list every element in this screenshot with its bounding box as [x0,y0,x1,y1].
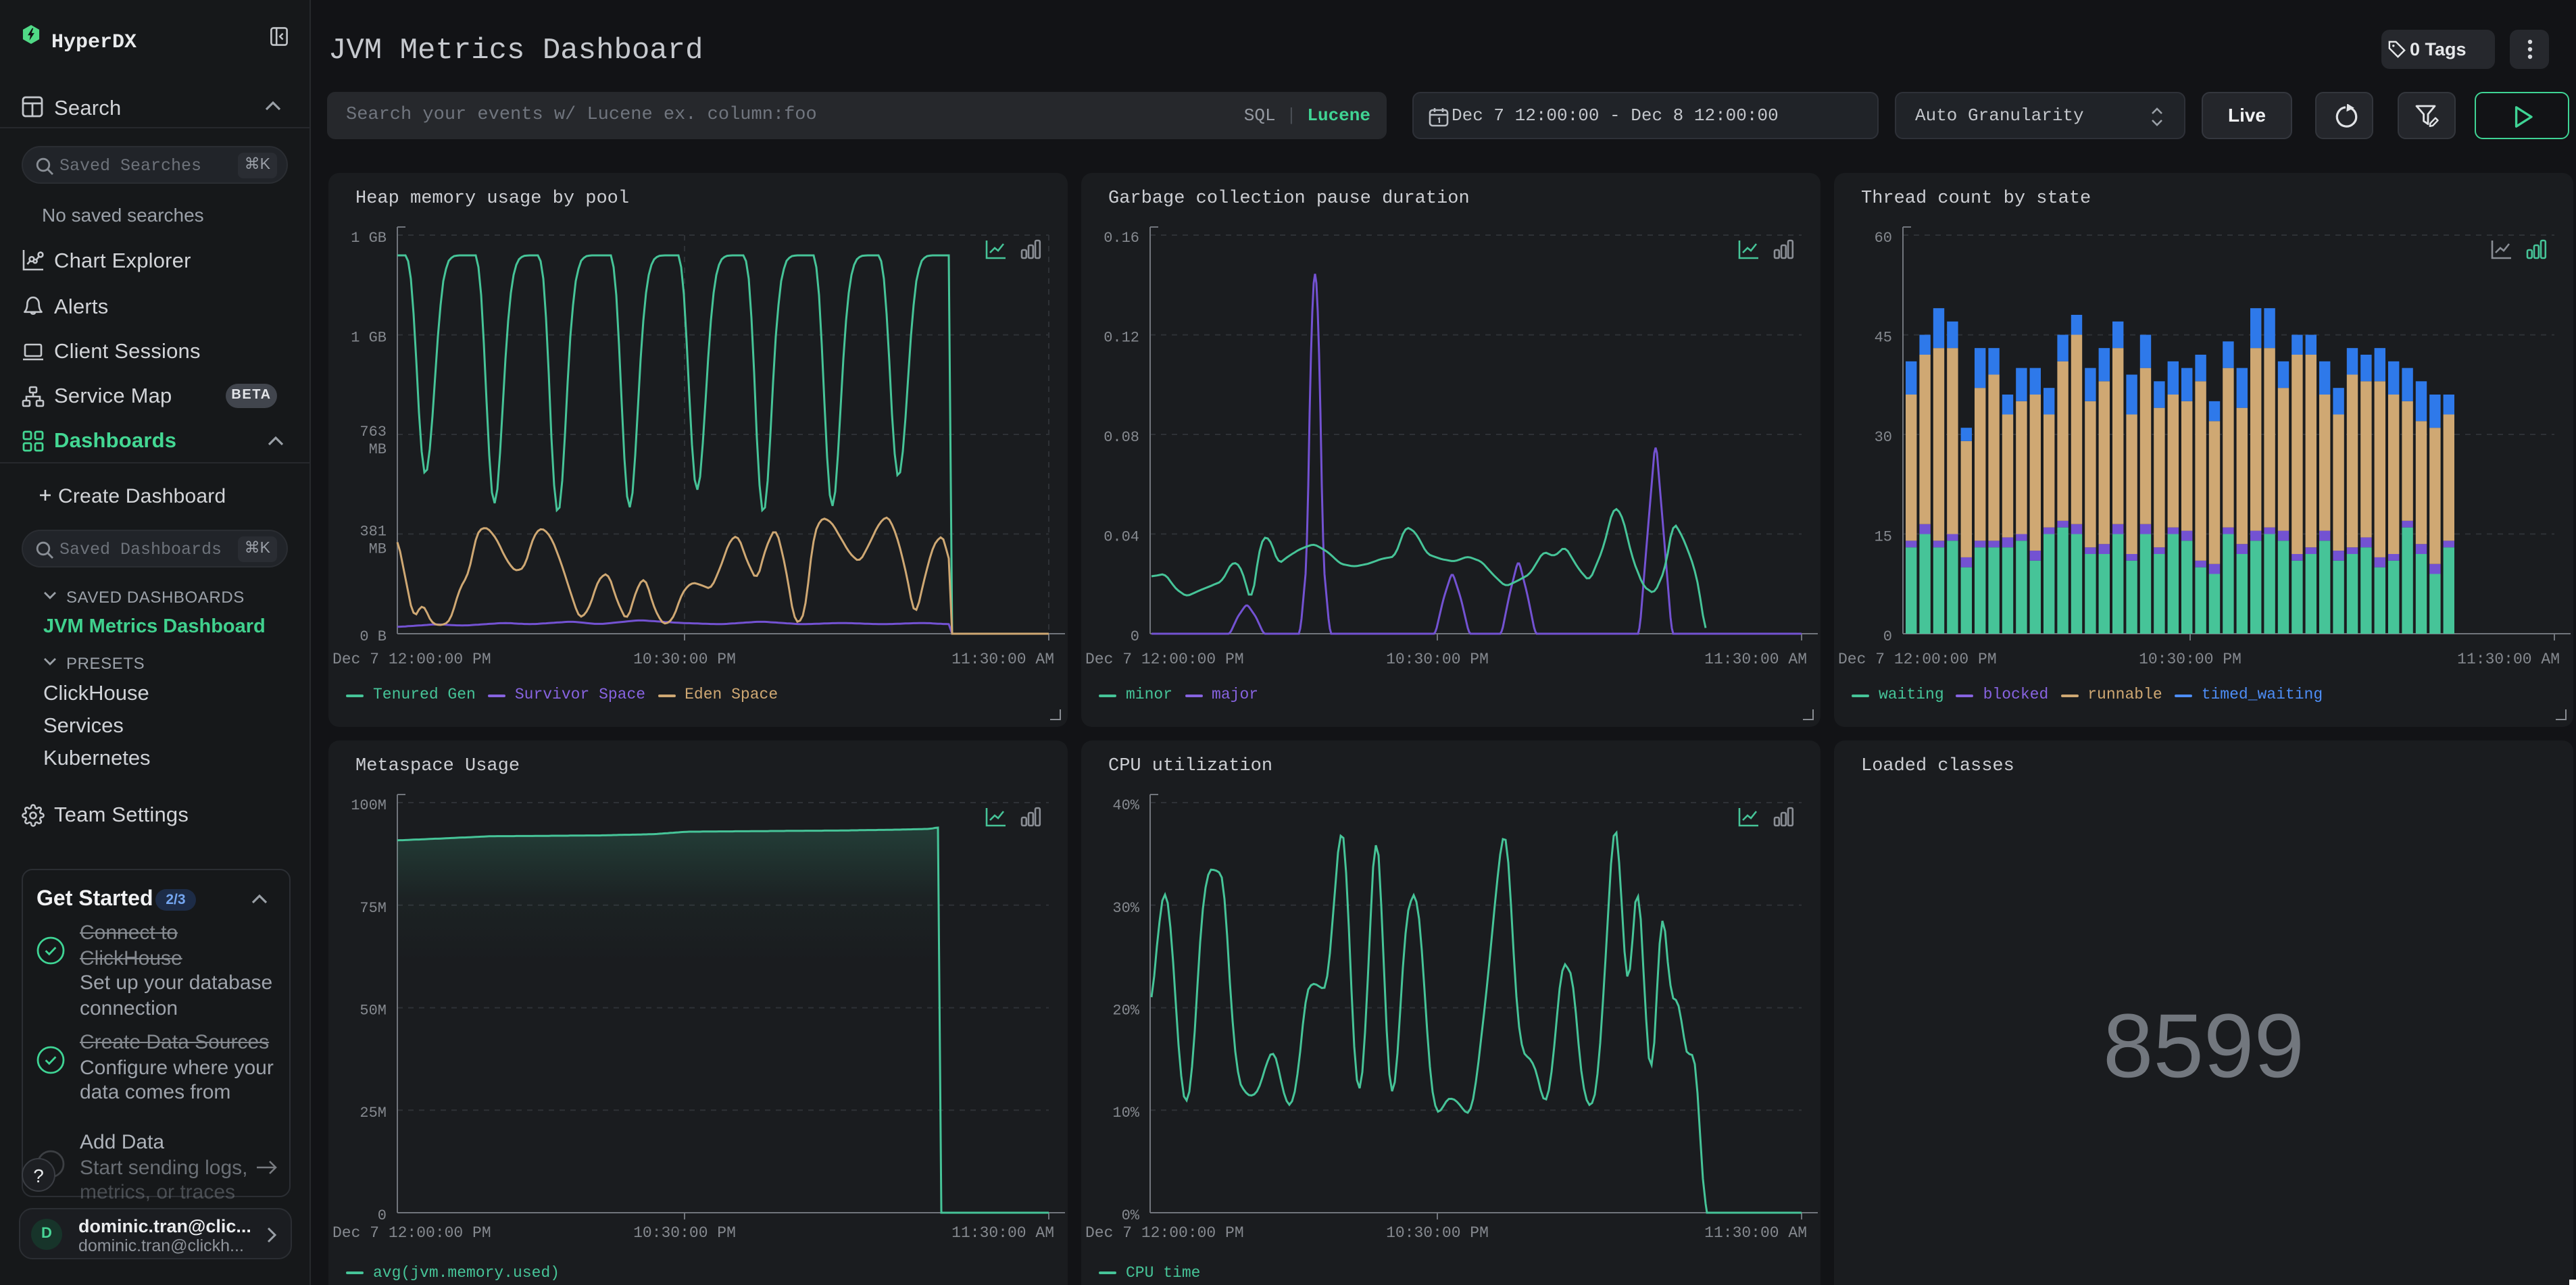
svg-text:15: 15 [1875,528,1892,545]
svg-text:0.04: 0.04 [1104,528,1139,545]
svg-text:25M: 25M [360,1105,387,1122]
svg-text:0: 0 [1131,628,1139,645]
svg-text:1 GB: 1 GB [351,330,387,347]
svg-text:0%: 0% [1122,1207,1140,1224]
svg-text:30%: 30% [1112,900,1139,917]
svg-text:0.08: 0.08 [1104,429,1139,446]
svg-text:100M: 100M [351,797,387,814]
svg-text:10:30:00 PM: 10:30:00 PM [633,1224,736,1242]
svg-text:20%: 20% [1112,1003,1139,1019]
svg-text:40%: 40% [1112,797,1139,814]
svg-text:Dec 7 12:00:00 PM: Dec 7 12:00:00 PM [1085,1224,1244,1242]
svg-text:10:30:00 PM: 10:30:00 PM [633,651,736,668]
svg-text:11:30:00 AM: 11:30:00 AM [1704,651,1807,668]
svg-text:11:30:00 AM: 11:30:00 AM [2457,651,2560,668]
svg-text:60: 60 [1875,230,1892,247]
svg-text:Dec 7 12:00:00 PM: Dec 7 12:00:00 PM [1085,651,1244,668]
svg-text:75M: 75M [360,900,387,917]
svg-text:MB: MB [369,441,387,458]
svg-text:Dec 7 12:00:00 PM: Dec 7 12:00:00 PM [332,651,491,668]
svg-text:10:30:00 PM: 10:30:00 PM [1386,651,1489,668]
svg-text:1 GB: 1 GB [351,230,387,247]
svg-text:50M: 50M [360,1003,387,1019]
svg-text:0.16: 0.16 [1104,230,1139,247]
svg-text:0: 0 [378,1207,387,1224]
svg-text:10%: 10% [1112,1105,1139,1122]
svg-text:MB: MB [369,540,387,557]
svg-text:0.12: 0.12 [1104,330,1139,347]
svg-text:763: 763 [360,424,387,440]
svg-text:0: 0 [1883,628,1892,645]
svg-text:11:30:00 AM: 11:30:00 AM [951,1224,1054,1242]
svg-text:Dec 7 12:00:00 PM: Dec 7 12:00:00 PM [332,1224,491,1242]
svg-text:45: 45 [1875,330,1892,347]
svg-text:30: 30 [1875,429,1892,446]
svg-text:11:30:00 AM: 11:30:00 AM [1704,1224,1807,1242]
svg-text:10:30:00 PM: 10:30:00 PM [2139,651,2241,668]
svg-text:381: 381 [360,523,387,540]
svg-text:11:30:00 AM: 11:30:00 AM [951,651,1054,668]
svg-text:10:30:00 PM: 10:30:00 PM [1386,1224,1489,1242]
svg-text:0 B: 0 B [360,628,387,645]
svg-text:Dec 7 12:00:00 PM: Dec 7 12:00:00 PM [1838,651,1997,668]
